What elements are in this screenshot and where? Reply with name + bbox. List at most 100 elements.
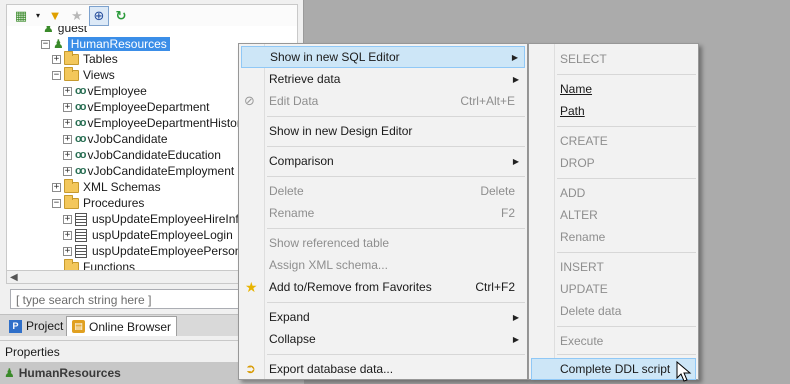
menu-separator [267, 354, 525, 355]
tree-node-functions[interactable]: Functions [64, 258, 135, 270]
menu-item-show-design-editor[interactable]: Show in new Design Editor [241, 120, 525, 142]
submenu-item-create[interactable]: CREATE [531, 130, 696, 152]
expand-icon[interactable]: + [63, 86, 72, 96]
submenu-item-drop[interactable]: DROP [531, 152, 696, 174]
context-menu: Show in new SQL Editor ▶ Retrieve data ▶ ⊘… [238, 43, 528, 380]
submenu-arrow-icon: ▶ [512, 334, 519, 344]
submenu-item-select[interactable]: SELECT [531, 48, 696, 70]
expand-icon[interactable]: + [63, 246, 72, 256]
expand-icon[interactable]: + [63, 118, 72, 128]
tree-node-view[interactable]: + oo vEmployeeDepartment [63, 99, 210, 115]
tree-node-label: HumanResources [67, 37, 170, 51]
menu-separator [267, 302, 525, 303]
menu-separator [557, 326, 696, 327]
submenu-item-path[interactable]: Path [531, 100, 696, 122]
tree-node-procedures[interactable]: − Procedures [52, 194, 144, 211]
procedure-icon [75, 212, 87, 226]
star-icon[interactable]: ★ [67, 6, 87, 26]
menu-item-show-referenced-table[interactable]: Show referenced table [241, 232, 525, 254]
view-icon: oo [75, 117, 87, 129]
view-icon: oo [75, 133, 87, 145]
tree-node-view[interactable]: + oo vJobCandidateEducation [63, 147, 221, 163]
menu-separator [557, 126, 696, 127]
project-icon: P [9, 319, 22, 333]
tree-node-procedure[interactable]: + uspUpdateEmployeeLogin [63, 227, 233, 243]
submenu-arrow-icon: ▶ [512, 156, 519, 166]
menu-item-favorites[interactable]: ★ Add to/Remove from Favorites Ctrl+F2 [241, 276, 525, 298]
menu-item-collapse[interactable]: Collapse ▶ [241, 328, 525, 350]
menu-item-export-data[interactable]: ➲ Export database data... [241, 358, 525, 380]
submenu-item-insert[interactable]: INSERT [531, 256, 696, 278]
star-icon: ★ [245, 278, 258, 295]
add-icon[interactable]: ▦ [11, 6, 31, 26]
submenu-item-alter[interactable]: ALTER [531, 204, 696, 226]
submenu-sql-editor: SELECT Name Path CREATE DROP ADD ALTER R… [528, 43, 699, 380]
menu-separator [267, 116, 525, 117]
folder-icon [64, 178, 79, 193]
submenu-item-rename[interactable]: Rename [531, 226, 696, 248]
folder-icon [64, 258, 79, 270]
submenu-arrow-icon: ▶ [512, 312, 519, 322]
tree-node-view[interactable]: + oo vJobCandidate [63, 131, 168, 147]
dropdown-arrow-icon[interactable]: ▾ [33, 6, 43, 26]
menu-separator [557, 74, 696, 75]
menu-item-show-sql-editor[interactable]: Show in new SQL Editor ▶ [241, 46, 525, 68]
mouse-cursor-icon [676, 361, 692, 382]
procedure-icon [75, 228, 87, 242]
submenu-arrow-icon: ▶ [512, 74, 519, 84]
schema-icon: ♟ [53, 37, 64, 51]
tree-node-procedure[interactable]: + uspUpdateEmployeeHireInfo [63, 211, 245, 227]
tree-node-xml-schemas[interactable]: + XML Schemas [52, 178, 161, 195]
tab-online-browser[interactable]: ▤ Online Browser [66, 316, 178, 336]
menu-separator [267, 176, 525, 177]
tree-node-view[interactable]: + oo vEmployee [63, 83, 147, 99]
submenu-item-execute[interactable]: Execute [531, 330, 696, 352]
schema-icon: ♟ [43, 26, 54, 35]
tree-node-view[interactable]: + oo vEmployeeDepartmentHistor [63, 115, 241, 131]
tree-node-procedure[interactable]: + uspUpdateEmployeePersona [63, 243, 248, 259]
tree-node-guest[interactable]: ♟ guest [43, 26, 87, 36]
explorer-toolbar: ▦ ▾ ▼ ★ ⊕ ↻ [6, 4, 298, 26]
submenu-item-update[interactable]: UPDATE [531, 278, 696, 300]
expand-icon[interactable]: + [52, 182, 61, 192]
menu-separator [267, 146, 525, 147]
procedure-icon [75, 244, 87, 258]
menu-separator [557, 354, 696, 355]
menu-item-comparison[interactable]: Comparison ▶ [241, 150, 525, 172]
tree-node-view[interactable]: + oo vJobCandidateEmployment [63, 163, 234, 179]
filter-icon[interactable]: ▼ [45, 6, 65, 26]
menu-item-delete[interactable]: Delete Delete [241, 180, 525, 202]
submenu-item-delete-data[interactable]: Delete data [531, 300, 696, 322]
expand-icon[interactable]: + [63, 166, 72, 176]
crosshair-icon[interactable]: ⊕ [89, 5, 109, 26]
scroll-left-icon[interactable]: ◀ [10, 272, 18, 283]
submenu-item-complete-ddl[interactable]: Complete DDL script [531, 358, 696, 380]
expand-icon[interactable]: + [63, 230, 72, 240]
collapse-icon[interactable]: − [41, 39, 50, 49]
view-icon: oo [75, 165, 87, 177]
menu-separator [267, 228, 525, 229]
submenu-arrow-icon: ▶ [511, 52, 518, 62]
menu-item-rename[interactable]: Rename F2 [241, 202, 525, 224]
tab-project[interactable]: P Project [4, 316, 68, 336]
menu-separator [557, 252, 696, 253]
expand-icon[interactable]: + [63, 150, 72, 160]
submenu-item-add[interactable]: ADD [531, 182, 696, 204]
tree-node-views[interactable]: − Views [52, 66, 115, 83]
collapse-icon[interactable]: − [52, 70, 61, 80]
menu-item-retrieve-data[interactable]: Retrieve data ▶ [241, 68, 525, 90]
database-icon: ▤ [72, 320, 85, 333]
expand-icon[interactable]: + [63, 214, 72, 224]
expand-icon[interactable]: + [63, 134, 72, 144]
view-icon: oo [75, 101, 87, 113]
expand-icon[interactable]: + [52, 54, 61, 64]
submenu-item-name[interactable]: Name [531, 78, 696, 100]
menu-item-assign-xml-schema[interactable]: Assign XML schema... [241, 254, 525, 276]
menu-item-expand[interactable]: Expand ▶ [241, 306, 525, 328]
menu-item-edit-data[interactable]: ⊘ Edit Data Ctrl+Alt+E [241, 90, 525, 112]
tree-node-humanresources[interactable]: − ♟ HumanResources [41, 36, 170, 52]
collapse-icon[interactable]: − [52, 198, 61, 208]
expand-icon[interactable]: + [63, 102, 72, 112]
tree-node-tables[interactable]: + Tables [52, 50, 118, 67]
refresh-icon[interactable]: ↻ [111, 6, 131, 26]
